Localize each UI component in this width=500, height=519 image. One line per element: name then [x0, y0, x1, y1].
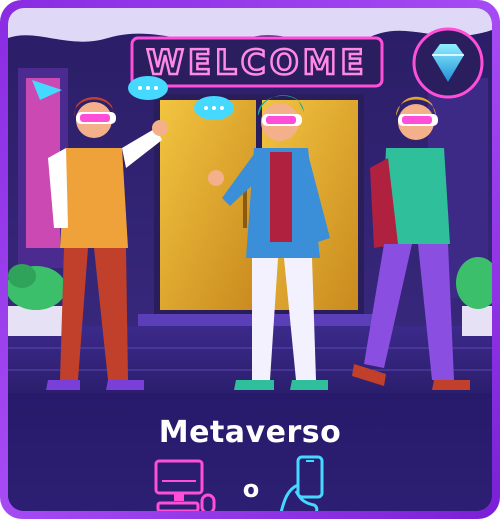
welcome-sign-text: WELCOME: [146, 43, 367, 83]
card-inner: WELCOME Metaverso o: [8, 8, 492, 511]
chat-bubble-middle: [194, 96, 234, 120]
footer-panel: Metaverso o: [8, 393, 492, 511]
banner-title: Metaverso: [158, 415, 342, 450]
metaverse-illustration: WELCOME: [8, 8, 492, 398]
computer-icon[interactable]: [154, 459, 216, 511]
or-label: o: [242, 475, 260, 503]
metaverse-card[interactable]: WELCOME Metaverso o: [0, 0, 500, 519]
chat-bubble-left: [128, 76, 168, 100]
plant-left: [8, 264, 68, 336]
smartphone-icon[interactable]: [274, 455, 336, 511]
door-left: [160, 100, 256, 310]
diamond-sign: [412, 27, 484, 99]
device-options: o: [8, 455, 492, 511]
